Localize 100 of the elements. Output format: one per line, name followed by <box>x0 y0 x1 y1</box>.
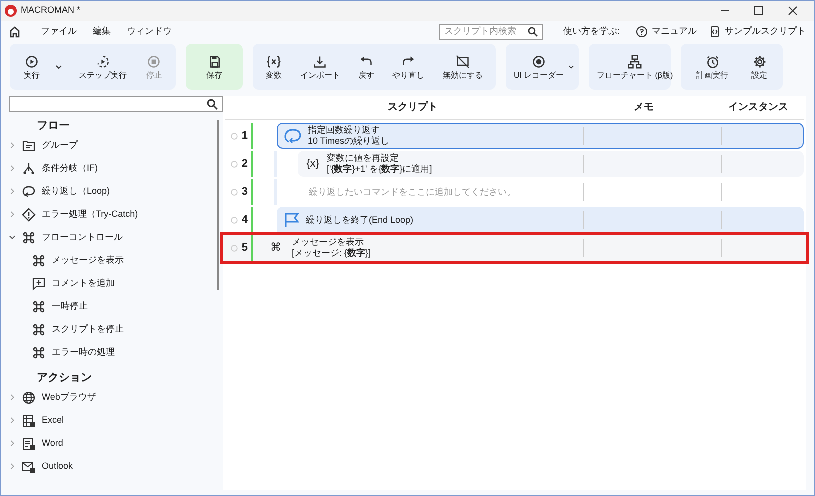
line-number: 1 <box>242 128 248 144</box>
sidebar-item[interactable]: グループ <box>42 138 78 152</box>
command-key-icon <box>32 322 46 336</box>
placeholder-text: 繰り返したいコマンドをここに追加してください。 <box>308 186 516 198</box>
flowchart-icon <box>628 54 642 68</box>
toolbar-button[interactable]: 保存 <box>202 47 226 87</box>
document-icon <box>22 436 36 450</box>
chevron-right-icon[interactable] <box>9 165 16 172</box>
loop-icon <box>22 184 36 198</box>
step-detail: [メッセージ: {数字}] <box>292 248 372 259</box>
save-icon <box>208 54 222 68</box>
sidebar-search-field[interactable] <box>9 96 223 112</box>
menu-item[interactable]: 編集 <box>93 25 111 39</box>
toolbar-button[interactable]: 設定 <box>748 47 772 87</box>
sidebar-item[interactable]: エラー処理（Try-Catch) <box>42 208 138 222</box>
command-key-icon <box>32 254 46 268</box>
folder-icon <box>22 138 36 152</box>
home-icon[interactable] <box>9 26 21 38</box>
toolbar-button[interactable]: 実行 <box>20 47 44 87</box>
play-icon <box>24 54 39 68</box>
toolbar-button[interactable]: インポート <box>296 47 344 87</box>
help-link[interactable]: サンプルスクリプト <box>725 25 806 39</box>
sidebar-item[interactable]: エラー時の処理 <box>52 346 115 360</box>
redo-icon <box>402 54 416 68</box>
menu-item[interactable]: ウィンドウ <box>127 25 172 39</box>
search-field[interactable]: スクリプト内検索 <box>439 24 544 40</box>
record-icon <box>532 54 546 68</box>
step-title: 繰り返しを終了(End Loop) <box>306 214 414 226</box>
menu-item[interactable]: ファイル <box>41 25 77 39</box>
comment-add-icon <box>32 276 46 290</box>
section-heading: フロー <box>36 118 71 134</box>
warning-diamond-icon <box>22 208 36 222</box>
undo-icon <box>359 54 374 68</box>
caret-icon[interactable] <box>568 63 575 71</box>
script-step[interactable]: ⌘ メッセージを表示 [メッセージ: {数字}] <box>261 235 804 261</box>
globe-icon <box>22 390 36 404</box>
toolbar-button[interactable]: 計画実行 <box>692 47 732 87</box>
sidebar-item[interactable]: Excel <box>42 414 64 428</box>
chevron-right-icon[interactable] <box>9 211 16 218</box>
toolbar-button[interactable]: 変数 <box>262 47 286 87</box>
toolbar-button[interactable]: やり直し <box>388 47 429 87</box>
toolbar-button[interactable]: 戻す <box>354 47 378 87</box>
toolbar-button[interactable]: フローチャート (β版) <box>593 47 678 87</box>
script-icon <box>709 26 721 38</box>
line-number: 2 <box>242 156 248 172</box>
sidebar-item[interactable]: 一時停止 <box>52 300 88 314</box>
mail-icon <box>22 460 36 474</box>
sidebar-item[interactable]: 繰り返し（Loop) <box>42 184 110 198</box>
help-label: 使い方を学ぶ: <box>563 25 620 38</box>
sidebar-item[interactable]: スクリプトを停止 <box>52 322 124 336</box>
app-logo-icon <box>5 5 17 17</box>
sidebar-item[interactable]: Word <box>42 436 64 450</box>
maximize-icon[interactable] <box>754 6 764 16</box>
section-heading: アクション <box>36 370 93 386</box>
variable-icon <box>267 54 282 68</box>
chevron-right-icon[interactable] <box>9 417 16 424</box>
step-title: 変数に値を再設定 <box>327 153 400 164</box>
step-detail: 10 Timesの繰り返し <box>308 136 390 147</box>
chevron-right-icon[interactable] <box>9 394 16 401</box>
sidebar-item[interactable]: コメントを追加 <box>52 276 115 290</box>
line-number: 5 <box>242 240 248 256</box>
sidebar-item[interactable]: メッセージを表示 <box>52 254 124 268</box>
sidebar-item[interactable]: Webブラウザ <box>42 390 96 404</box>
close-icon[interactable] <box>788 6 798 16</box>
chevron-right-icon[interactable] <box>9 463 16 470</box>
column-header: インスタンス <box>728 102 788 113</box>
drag-handle-icon[interactable] <box>230 132 238 140</box>
help-link[interactable]: マニュアル <box>652 25 697 39</box>
caret-icon[interactable] <box>55 63 64 71</box>
spreadsheet-icon <box>22 414 36 428</box>
step-detail: ['{数字}+1' を{数字}に適用] <box>327 164 432 175</box>
flag-icon <box>284 212 300 228</box>
scrollbar-thumb[interactable] <box>217 120 219 290</box>
sidebar-item[interactable]: 条件分岐（IF) <box>42 162 98 176</box>
script-step[interactable]: 指定回数繰り返す 10 Timesの繰り返し <box>277 123 804 149</box>
sidebar-item[interactable]: Outlook <box>42 460 74 474</box>
script-step[interactable]: 繰り返しを終了(End Loop) <box>277 207 804 233</box>
drag-handle-icon[interactable] <box>230 160 238 168</box>
chevron-right-icon[interactable] <box>9 142 16 149</box>
search-icon <box>207 98 218 110</box>
column-header: スクリプト <box>388 102 438 113</box>
chevron-right-icon[interactable] <box>9 188 16 195</box>
drag-handle-icon[interactable] <box>230 244 238 252</box>
chevron-down-icon[interactable] <box>9 234 16 241</box>
sidebar-item[interactable]: フローコントロール <box>42 230 123 244</box>
chevron-right-icon[interactable] <box>9 440 16 447</box>
drag-handle-icon[interactable] <box>230 216 238 224</box>
step-title: メッセージを表示 <box>292 237 365 248</box>
window-title: MACROMAN * <box>21 4 81 18</box>
step-run-icon <box>96 54 110 68</box>
speech-loop-icon <box>284 128 302 144</box>
toolbar-button[interactable]: UI レコーダー <box>510 47 568 87</box>
drag-handle-icon[interactable] <box>230 188 238 196</box>
download-icon <box>313 54 328 68</box>
command-key-icon: ⌘ <box>268 240 284 256</box>
toolbar-button[interactable]: 無効にする <box>438 47 487 87</box>
help-icon <box>636 26 648 38</box>
toolbar-button[interactable]: ステップ実行 <box>74 47 131 87</box>
settings-icon <box>752 54 766 68</box>
schedule-icon <box>706 54 720 68</box>
